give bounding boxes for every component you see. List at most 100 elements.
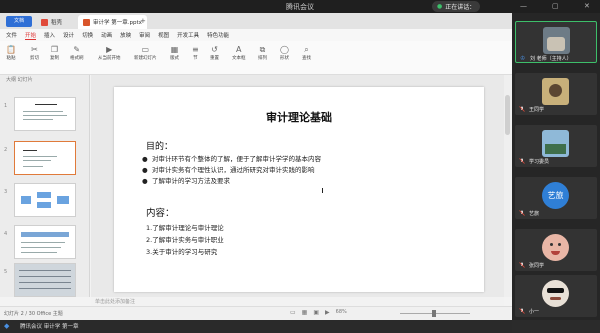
tab-label: 稻壳 [51, 20, 63, 26]
content-heading[interactable]: 内容： [146, 205, 175, 219]
close-icon[interactable]: ✕ [584, 2, 590, 10]
notes-pane[interactable]: 单击此处添加备注 [91, 297, 504, 306]
slide-canvas: 审计理论基础 目的： ● 对审计环节有个整体的了解，便于了解审计学学的基本内容 ●… [91, 75, 504, 297]
menu-animation[interactable]: 动画 [101, 31, 112, 39]
menu-developer[interactable]: 开发工具 [177, 31, 199, 39]
slide-thumbnail-1[interactable] [14, 97, 76, 131]
participant-tile[interactable]: ♔ 刘 老师（主持人） [515, 21, 597, 63]
format-painter-button[interactable]: ✎ 格式刷 [70, 45, 84, 61]
avatar [542, 78, 569, 105]
slide-thumbnail-4[interactable] [14, 225, 76, 259]
paste-button[interactable]: 📋 粘贴 [6, 45, 16, 61]
section-button[interactable]: ≡ 节 [192, 45, 199, 61]
thumbnail-number: 1 [4, 103, 8, 109]
zoom-label: 68% [335, 309, 347, 315]
content-item: 2.了解审计实务与审计职业 [146, 236, 224, 244]
copy-button[interactable]: ❐ 复制 [50, 45, 59, 61]
menu-file[interactable]: 文件 [6, 31, 17, 39]
slide-title[interactable]: 审计理论基础 [114, 109, 484, 125]
layout-button[interactable]: ▦ 版式 [170, 45, 179, 61]
participant-tile[interactable]: 学习委员 [515, 125, 597, 167]
participant-list: ♔ 刘 老师（主持人） 王同学 学习委员 艺旅 艺旅 张同学 小一 [512, 13, 600, 320]
minimize-icon[interactable]: — [520, 2, 527, 10]
shape-icon: ◯ [280, 45, 289, 54]
cut-button[interactable]: ✂ 剪切 [30, 45, 39, 61]
maximize-icon[interactable]: ▢ [552, 2, 559, 10]
menu-view[interactable]: 视图 [158, 31, 169, 39]
bullet-dot: ● [142, 155, 148, 163]
participant-name: 小一 [529, 309, 540, 315]
start-icon[interactable]: ◆ [4, 322, 9, 330]
paste-icon: 📋 [6, 45, 16, 54]
participant-tile[interactable]: 王同学 [515, 73, 597, 115]
find-button[interactable]: ⌕ 查找 [302, 45, 311, 61]
slide-thumbnail-5[interactable] [14, 263, 76, 297]
vertical-scrollbar[interactable] [504, 75, 512, 297]
tab-label: 审计学 第一章.pptx [93, 20, 142, 26]
slide-thumbnail-panel: 大纲 幻灯片 1 2 3 4 5 [0, 75, 90, 297]
arrange-icon: ⧉ [259, 45, 266, 54]
menu-home[interactable]: 开始 [25, 31, 37, 40]
shape-button[interactable]: ◯ 形状 [280, 45, 289, 61]
new-slide-button[interactable]: ▭ 新建幻灯片 [134, 45, 157, 61]
objective-heading[interactable]: 目的： [146, 139, 173, 152]
thumbnail-number: 4 [4, 231, 8, 237]
content-list[interactable]: 1.了解审计理论与审计理论 2.了解审计实务与审计职业 3.关于审计的学习与研究 [146, 222, 224, 258]
reading-view-icon[interactable]: ▣ [313, 309, 319, 316]
find-icon: ⌕ [304, 45, 309, 54]
participant-tile[interactable]: 艺旅 艺旅 [515, 177, 597, 219]
play-current-button[interactable]: ▶ 从当前开始 [98, 45, 121, 61]
speaking-indicator[interactable]: ● 正在讲话： [432, 1, 481, 12]
menu-design[interactable]: 设计 [63, 31, 74, 39]
zoom-slider-knob[interactable] [432, 310, 436, 317]
scroll-thumb[interactable] [505, 95, 510, 135]
slideshow-icon[interactable]: ▶ [325, 309, 330, 316]
participant-name: 艺旅 [529, 211, 540, 217]
slide-thumbnail-3[interactable] [14, 183, 76, 217]
avatar-initials: 艺旅 [547, 191, 564, 200]
bullet-item: ● 对审计环节有个整体的了解，便于了解审计学学的基本内容 [142, 155, 321, 163]
avatar: 艺旅 [542, 182, 569, 209]
menu-slideshow[interactable]: 放映 [120, 31, 131, 39]
avatar [542, 130, 569, 157]
text-cursor [322, 188, 325, 193]
menu-special[interactable]: 特色功能 [207, 31, 229, 39]
sorter-view-icon[interactable]: ▦ [302, 309, 308, 316]
tab-daoke[interactable]: 稻壳 [36, 15, 67, 29]
menu-review[interactable]: 审阅 [139, 31, 150, 39]
reset-icon: ↺ [211, 45, 218, 54]
participant-name: 刘 老师（主持人） [530, 56, 572, 62]
current-slide[interactable]: 审计理论基础 目的： ● 对审计环节有个整体的了解，便于了解审计学学的基本内容 ●… [114, 87, 484, 292]
arrange-button[interactable]: ⧉ 排列 [258, 45, 267, 61]
mic-muted-icon [519, 210, 525, 216]
home-tab[interactable]: 文档 [6, 16, 32, 27]
window-title: 腾讯会议 [286, 3, 314, 11]
participant-tile[interactable]: 张同学 [515, 229, 597, 271]
participant-name: 王同学 [529, 107, 545, 113]
textbox-icon: A [236, 45, 242, 54]
thumbnail-header[interactable]: 大纲 幻灯片 [6, 76, 33, 83]
reset-button[interactable]: ↺ 重置 [210, 45, 219, 61]
bullet-item: ● 对审计实务有个理性认识，通过所研究对审计实践的影响 [142, 166, 315, 174]
slide-thumbnail-2[interactable] [14, 141, 76, 175]
host-icon: ♔ [520, 55, 526, 62]
presentation-app: 文档 稻壳 审计学 第一章.pptx + 文件 开始 插入 设计 切换 动画 放… [0, 13, 512, 333]
notes-placeholder: 单击此处添加备注 [95, 299, 136, 305]
menu-insert[interactable]: 插入 [44, 31, 55, 39]
mic-muted-icon [519, 158, 525, 164]
tab-document[interactable]: 审计学 第一章.pptx [78, 15, 147, 29]
participant-name: 学习委员 [529, 159, 550, 165]
textbox-button[interactable]: A 文本框 [232, 45, 246, 61]
taskbar-item[interactable]: 腾讯会议 审计学 第一章 [20, 322, 79, 330]
participant-name: 张同学 [529, 263, 545, 269]
thumbnail-number: 2 [4, 147, 8, 153]
participant-tile[interactable]: 小一 [515, 275, 597, 317]
objective-bullets[interactable]: ● 对审计环节有个整体的了解，便于了解审计学学的基本内容 ● 对审计实务有个理性认识… [142, 154, 462, 187]
menu-transition[interactable]: 切换 [82, 31, 93, 39]
new-tab-icon[interactable]: + [140, 17, 146, 25]
section-icon: ≡ [192, 45, 199, 54]
normal-view-icon[interactable]: ▭ [290, 309, 296, 316]
new-slide-icon: ▭ [141, 45, 150, 54]
content-item: 1.了解审计理论与审计理论 [146, 224, 224, 232]
content-item: 3.关于审计的学习与研究 [146, 248, 218, 256]
